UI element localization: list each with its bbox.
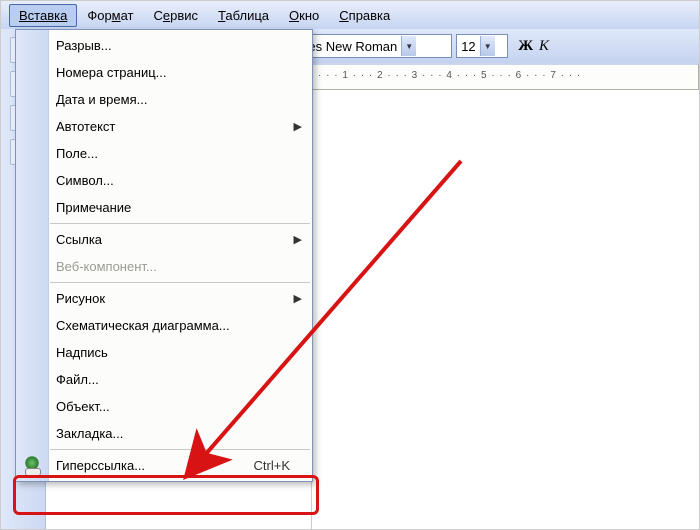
menu-item-field[interactable]: Поле... [16, 140, 312, 167]
menu-table[interactable]: Таблица [208, 4, 279, 27]
menu-separator [50, 282, 310, 283]
menu-item-symbol[interactable]: Символ... [16, 167, 312, 194]
hyperlink-icon [22, 456, 42, 476]
menu-item-object[interactable]: Объект... [16, 393, 312, 420]
menu-service[interactable]: Сервис [144, 4, 209, 27]
font-controls: Times New Roman ▼ 12 ▼ Ж К [282, 34, 549, 58]
menu-item-break[interactable]: Разрыв... [16, 32, 312, 59]
font-size-value: 12 [461, 39, 475, 54]
menu-item-reference[interactable]: Ссылка▶ [16, 226, 312, 253]
menu-item-diagram[interactable]: Схематическая диаграмма... [16, 312, 312, 339]
menu-format[interactable]: Формат [77, 4, 143, 27]
document-area[interactable] [311, 91, 699, 529]
bold-button[interactable]: Ж [518, 38, 533, 55]
shortcut-label: Ctrl+K [254, 458, 290, 473]
menu-window[interactable]: Окно [279, 4, 329, 27]
menu-item-textbox[interactable]: Надпись [16, 339, 312, 366]
submenu-arrow-icon: ▶ [294, 233, 302, 246]
menu-item-bookmark[interactable]: Закладка... [16, 420, 312, 447]
font-size-combo[interactable]: 12 ▼ [456, 34, 508, 58]
menu-item-web-component: Веб-компонент... [16, 253, 312, 280]
submenu-arrow-icon: ▶ [294, 120, 302, 133]
menu-separator [50, 449, 310, 450]
submenu-arrow-icon: ▶ [294, 292, 302, 305]
menu-item-comment[interactable]: Примечание [16, 194, 312, 221]
italic-button[interactable]: К [539, 38, 549, 55]
menu-item-file[interactable]: Файл... [16, 366, 312, 393]
ruler-ticks: · · · 1 · · · 2 · · · 3 · · · 4 · · · 5 … [318, 70, 581, 81]
menu-item-date-time[interactable]: Дата и время... [16, 86, 312, 113]
app-window: Вставка Формат Сервис Таблица Окно Справ… [0, 0, 700, 530]
menu-item-hyperlink[interactable]: Гиперссылка... Ctrl+K [16, 452, 312, 479]
chevron-down-icon: ▼ [480, 36, 495, 56]
horizontal-ruler[interactable]: · · · 1 · · · 2 · · · 3 · · · 4 · · · 5 … [311, 63, 699, 90]
menu-item-picture[interactable]: Рисунок▶ [16, 285, 312, 312]
menu-help[interactable]: Справка [329, 4, 400, 27]
insert-menu-dropdown: Разрыв... Номера страниц... Дата и время… [15, 29, 313, 482]
menu-item-autotext[interactable]: Автотекст▶ [16, 113, 312, 140]
menu-separator [50, 223, 310, 224]
menu-insert[interactable]: Вставка [9, 4, 77, 27]
menu-item-page-numbers[interactable]: Номера страниц... [16, 59, 312, 86]
menu-bar: Вставка Формат Сервис Таблица Окно Справ… [1, 1, 699, 30]
chevron-down-icon: ▼ [401, 36, 416, 56]
